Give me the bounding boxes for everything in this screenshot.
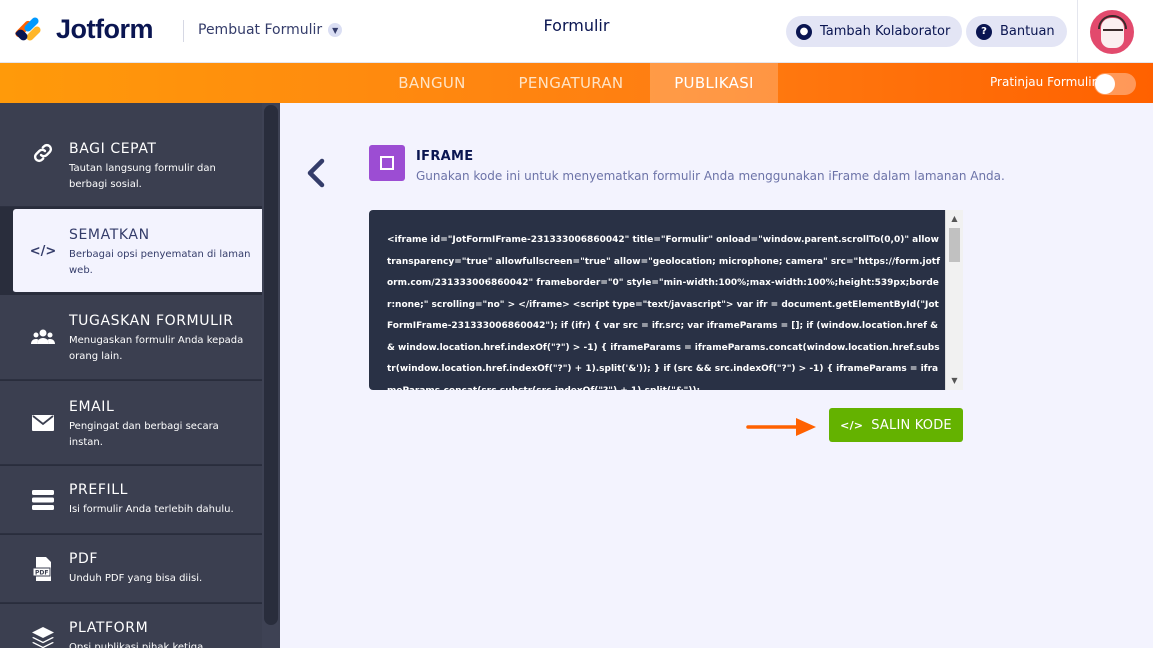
scroll-down-icon[interactable]: ▼ [946, 374, 963, 388]
tab-build[interactable]: BANGUN [380, 63, 484, 103]
sidebar-item-title: PDF [69, 551, 99, 567]
toggle-knob [1095, 74, 1115, 94]
brand-name: Jotform [56, 14, 154, 44]
form-builder-label: Pembuat Formulir [198, 22, 323, 38]
sidebar-item-title: SEMATKAN [69, 227, 150, 243]
sidebar-scroll-thumb[interactable] [264, 105, 278, 625]
sidebar-item-embed[interactable]: </> SEMATKAN Berbagai opsi penyematan di… [13, 209, 262, 293]
pdf-icon: PDF [30, 556, 56, 582]
avatar-divider [1077, 0, 1078, 63]
sidebar-item-pdf[interactable]: PDF PDF Unduh PDF yang bisa diisi. [0, 535, 262, 603]
help-label: Bantuan [1000, 24, 1055, 39]
section-description: Gunakan kode ini untuk menyematkan formu… [416, 169, 1005, 183]
sidebar-item-desc: Tautan langsung formulir dan berbagi sos… [69, 163, 216, 190]
add-collaborator-button[interactable]: ● Tambah Kolaborator [786, 16, 963, 47]
form-preview-toggle[interactable] [1094, 73, 1136, 95]
sidebar-item-desc: Unduh PDF yang bisa diisi. [69, 573, 203, 584]
sidebar-item-title: PLATFORM [69, 620, 149, 636]
tab-publish[interactable]: PUBLIKASI [650, 63, 778, 103]
embed-code: <iframe id="JotFormIFrame-23133300686004… [387, 235, 941, 390]
link-icon [30, 140, 56, 166]
users-icon [30, 324, 56, 350]
jotform-logo-icon [13, 15, 44, 44]
form-preview-label: Pratinjau Formulir [990, 75, 1097, 89]
avatar-glasses-icon [1103, 29, 1123, 35]
avatar[interactable] [1090, 10, 1134, 54]
sidebar-item-desc: Opsi publikasi pihak ketiga [69, 642, 204, 648]
section-title: IFRAME [416, 149, 474, 164]
sidebar-item-desc: Berbagai opsi penyematan di laman web. [69, 249, 251, 276]
scroll-up-icon[interactable]: ▲ [946, 212, 963, 226]
sidebar-item-title: EMAIL [69, 399, 115, 415]
sidebar-item-title: BAGI CEPAT [69, 141, 157, 157]
svg-text:PDF: PDF [35, 570, 48, 577]
iframe-icon [369, 145, 405, 181]
sidebar-item-desc: Menugaskan formulir Anda kepada orang la… [69, 335, 244, 362]
sidebar-item-email[interactable]: EMAIL Pengingat dan berbagi secara insta… [0, 381, 262, 465]
add-collaborator-label: Tambah Kolaborator [820, 24, 951, 39]
envelope-icon [30, 410, 56, 436]
sidebar-item-title: TUGASKAN FORMULIR [69, 313, 234, 329]
sidebar-item-assign-form[interactable]: TUGASKAN FORMULIR Menugaskan formulir An… [0, 295, 262, 380]
sidebar-item-desc: Pengingat dan berbagi secara instan. [69, 421, 219, 448]
layers-icon [30, 625, 56, 648]
code-icon: </> [29, 243, 57, 259]
code-icon: </> [840, 418, 864, 432]
iframe-square-icon [380, 156, 394, 170]
pointer-arrow-icon [746, 416, 818, 438]
sidebar-item-title: PREFILL [69, 482, 128, 498]
code-scrollbar[interactable]: ▲ ▼ [945, 210, 963, 390]
header-divider [183, 20, 184, 42]
chevron-left-icon [307, 158, 325, 188]
builder-nav: BANGUN PENGATURAN PUBLIKASI Pratinjau Fo… [0, 63, 1153, 103]
sidebar-item-prefill[interactable]: PREFILL Isi formulir Anda terlebih dahul… [0, 466, 262, 534]
code-scroll-thumb[interactable] [949, 228, 960, 262]
prefill-icon [30, 487, 56, 513]
jotform-logo[interactable]: Jotform [13, 14, 154, 45]
copy-code-label: SALIN KODE [871, 417, 952, 433]
question-icon: ? [976, 23, 992, 40]
tab-settings[interactable]: PENGATURAN [500, 63, 642, 103]
copy-code-button[interactable]: </> SALIN KODE [829, 408, 963, 442]
sidebar-item-quick-share[interactable]: BAGI CEPAT Tautan langsung formulir dan … [0, 103, 262, 207]
back-button[interactable] [302, 158, 332, 188]
sidebar-item-platform[interactable]: PLATFORM Opsi publikasi pihak ketiga [0, 604, 262, 648]
top-header: Jotform Pembuat Formulir ▼ Formulir ● Ta… [0, 0, 1153, 63]
publish-sidebar: BAGI CEPAT Tautan langsung formulir dan … [0, 103, 280, 648]
embed-code-textarea[interactable]: <iframe id="JotFormIFrame-23133300686004… [369, 210, 963, 390]
user-icon: ● [796, 23, 812, 40]
form-builder-dropdown[interactable]: Pembuat Formulir ▼ [198, 22, 343, 38]
sidebar-item-desc: Isi formulir Anda terlebih dahulu. [69, 504, 234, 515]
help-button[interactable]: ? Bantuan [966, 16, 1067, 47]
avatar-hair-icon [1098, 15, 1127, 29]
chevron-down-icon: ▼ [328, 23, 343, 37]
